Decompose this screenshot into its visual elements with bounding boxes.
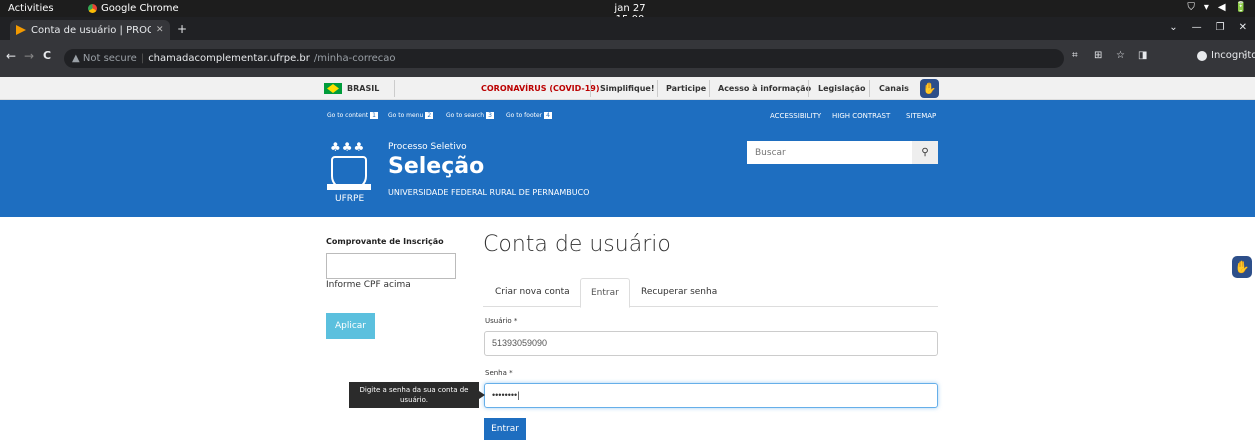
ufrpe-logo[interactable]: ♣♣♣ UFRPE <box>327 140 371 204</box>
browser-toolbar: ← → C ▲ Not secure | chamadacomplementar… <box>0 40 1255 77</box>
cpf-hint: Informe CPF acima <box>326 280 411 290</box>
system-tray[interactable]: ⛉ ▾ ◀ 🔋 <box>1187 2 1247 13</box>
logo-text: UFRPE <box>335 194 365 204</box>
tab-strip: Conta de usuário | PROCE ✕ + ⌄ — ❐ ✕ <box>0 17 1255 40</box>
menu-icon[interactable]: ⋮ <box>1240 50 1250 61</box>
acesso-informacao-link[interactable]: Acesso à informação <box>718 84 811 93</box>
site-search: ⚲ <box>747 141 938 164</box>
university-name: UNIVERSIDADE FEDERAL RURAL DE PERNAMBUCO <box>388 188 590 197</box>
account-tabs: Criar nova conta Entrar Recuperar senha <box>483 278 938 308</box>
covid-link[interactable]: CORONAVÍRUS (COVID-19) <box>481 84 600 93</box>
cpf-input[interactable] <box>326 253 456 279</box>
address-bar[interactable]: ▲ Not secure | chamadacomplementar.ufrpe… <box>64 49 1064 68</box>
divider <box>869 80 870 97</box>
close-window-icon[interactable]: ✕ <box>1239 22 1247 33</box>
restore-icon[interactable]: ❐ <box>1216 22 1225 33</box>
back-icon[interactable]: ← <box>6 49 16 63</box>
brasil-link[interactable]: BRASIL <box>347 84 379 93</box>
url-host: chamadacomplementar.ufrpe.br <box>148 53 310 64</box>
brazil-flag-icon <box>324 83 342 94</box>
bookmark-star-icon[interactable]: ☆ <box>1116 50 1125 61</box>
skip-link-search[interactable]: Go to search 3 <box>446 112 494 119</box>
high-contrast-link[interactable]: HIGH CONTRAST <box>832 112 890 120</box>
site-header: Go to content 1 Go to menu 2 Go to searc… <box>0 100 1255 217</box>
tab-close-icon[interactable]: ✕ <box>156 25 170 35</box>
divider <box>709 80 710 97</box>
skip-link-menu[interactable]: Go to menu 2 <box>388 112 434 119</box>
url-path: /minha-correcao <box>313 53 396 64</box>
logo-band <box>327 184 371 190</box>
accessibility-link[interactable]: ACCESSIBILITY <box>770 112 821 120</box>
gov-bar: BRASIL CORONAVÍRUS (COVID-19) Simplifiqu… <box>0 77 1255 100</box>
security-indicator[interactable]: ▲ Not secure <box>72 53 137 64</box>
app-name: Google Chrome <box>101 3 179 14</box>
password-label: Senha * <box>485 369 513 377</box>
divider <box>808 80 809 97</box>
tab-search-icon[interactable]: ⌄ <box>1169 22 1177 33</box>
comprovante-title: Comprovante de Inscrição <box>326 237 444 246</box>
minimize-icon[interactable]: — <box>1192 22 1202 33</box>
password-field[interactable]: ••••••••| <box>484 383 938 408</box>
shield-icon[interactable]: ⛉ <box>1187 2 1195 13</box>
system-top-bar: Activities Google Chrome jan 27 15:00 ⛉ … <box>0 0 1255 25</box>
wifi-icon[interactable]: ▾ <box>1204 2 1209 13</box>
search-input[interactable] <box>747 141 912 164</box>
legislacao-link[interactable]: Legislação <box>818 84 866 93</box>
password-tooltip: Digite a senha da sua conta de usuário. <box>349 382 485 408</box>
site-title[interactable]: Seleção <box>388 154 484 179</box>
tab-criar-conta[interactable]: Criar nova conta <box>485 278 580 307</box>
translate-icon[interactable]: ⊞ <box>1094 50 1102 61</box>
tab-recuperar-senha[interactable]: Recuperar senha <box>631 278 727 307</box>
site-subtitle: Processo Seletivo <box>388 142 467 152</box>
new-tab-button[interactable]: + <box>177 22 187 36</box>
skip-link-content[interactable]: Go to content 1 <box>327 112 378 119</box>
window-controls: ⌄ — ❐ ✕ <box>1169 22 1247 33</box>
battery-icon[interactable]: 🔋 <box>1235 2 1247 13</box>
volume-icon[interactable]: ◀ <box>1218 2 1226 13</box>
activities-button[interactable]: Activities <box>8 3 54 14</box>
side-panel-icon[interactable]: ◨ <box>1138 50 1147 61</box>
divider <box>657 80 658 97</box>
simplifique-link[interactable]: Simplifique! <box>600 84 654 93</box>
reload-icon[interactable]: C <box>43 49 51 62</box>
aplicar-button[interactable]: Aplicar <box>326 313 375 339</box>
page-title: Conta de usuário <box>483 232 671 257</box>
tab-title: Conta de usuário | PROCE <box>31 24 151 36</box>
browser-tab[interactable]: Conta de usuário | PROCE ✕ <box>10 20 170 40</box>
search-icon: ⚲ <box>921 147 929 158</box>
participe-link[interactable]: Participe <box>666 84 706 93</box>
skip-link-footer[interactable]: Go to footer 4 <box>506 112 552 119</box>
username-field[interactable]: 51393059090 <box>484 331 938 356</box>
forward-icon[interactable]: → <box>24 49 34 63</box>
chrome-icon <box>88 4 97 13</box>
vlibras-widget-icon[interactable]: ✋ <box>1232 256 1252 278</box>
favicon-icon <box>16 25 26 35</box>
sitemap-link[interactable]: SITEMAP <box>906 112 936 120</box>
extension-icon[interactable]: ⌗ <box>1072 50 1078 61</box>
flames-icon: ♣♣♣ <box>330 140 366 154</box>
username-label: Usuário * <box>485 317 518 325</box>
tab-entrar[interactable]: Entrar <box>580 278 630 308</box>
search-button[interactable]: ⚲ <box>912 141 938 164</box>
divider <box>394 80 395 97</box>
canais-link[interactable]: Canais <box>879 84 909 93</box>
divider <box>590 80 591 97</box>
app-menu[interactable]: Google Chrome <box>88 3 179 14</box>
vlibras-icon[interactable]: ✋ <box>920 79 939 98</box>
incognito-icon <box>1197 50 1207 61</box>
